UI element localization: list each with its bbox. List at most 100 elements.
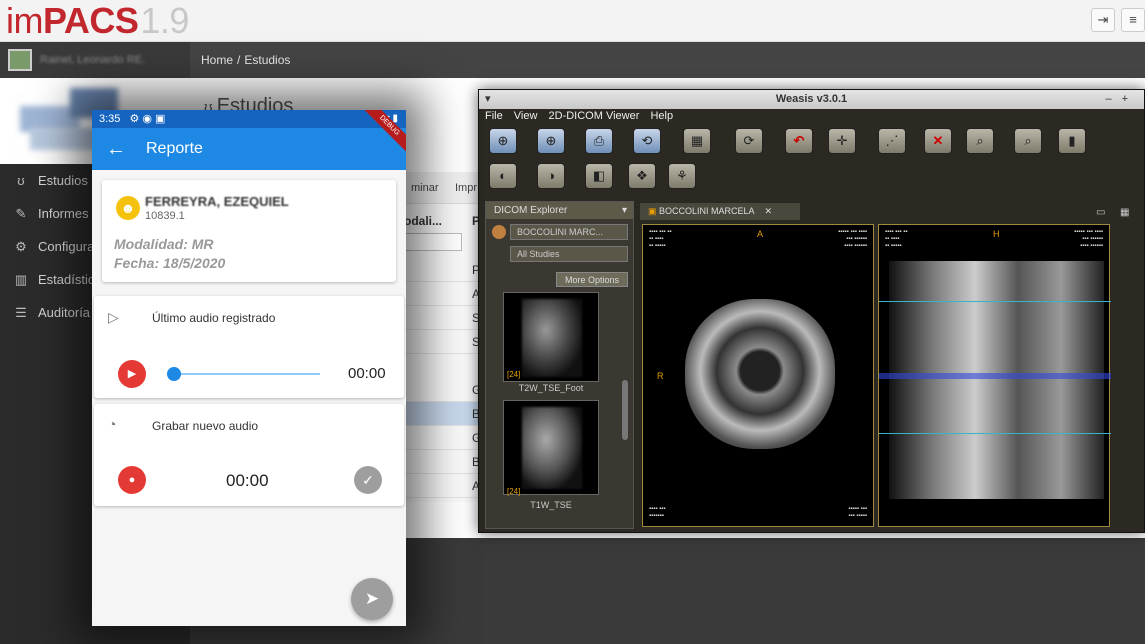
- top-bar: imPACS1.9 ⇥ ≡: [0, 0, 1145, 42]
- table-row-selected[interactable]: B: [395, 402, 490, 426]
- crosshair-icon[interactable]: ✛: [828, 128, 856, 154]
- table-row[interactable]: G: [395, 426, 490, 450]
- date-text: Fecha: 18/5/2020: [114, 255, 226, 271]
- zoom-icon[interactable]: ⌕: [966, 128, 994, 154]
- rotate-icon[interactable]: ⟲: [633, 128, 661, 154]
- magnifier-icon[interactable]: ⌕: [1014, 128, 1042, 154]
- overlay-top-right: ▪▪▪▪▪ ▪▪▪ ▪▪▪▪ ▪▪▪ ▪▪▪▪▪▪ ▪▪▪▪ ▪▪▪▪▪▪: [1074, 229, 1103, 249]
- column-header-modalidad[interactable]: odali...: [404, 214, 442, 228]
- table-row[interactable]: B: [395, 450, 490, 474]
- series-thumbnail[interactable]: [503, 400, 599, 495]
- play-circle-icon: ▷: [108, 309, 119, 325]
- delete-annotation-icon[interactable]: ✕: [924, 128, 952, 154]
- record-time: 00:00: [226, 471, 269, 490]
- audio-slider-thumb[interactable]: [167, 367, 181, 381]
- dicom-explorer-tab[interactable]: DICOM Explorer ▾: [486, 202, 633, 219]
- patient-name: FERREYRA, EZEQUIEL: [145, 194, 289, 209]
- series-thumbnail[interactable]: [503, 292, 599, 382]
- scrollbar-thumb[interactable]: [622, 380, 628, 440]
- orientation-label: H: [993, 229, 1000, 239]
- menu-button[interactable]: ≡: [1121, 8, 1145, 32]
- mpr-icon[interactable]: ❖: [628, 163, 656, 189]
- chevron-down-icon[interactable]: ▾: [622, 202, 627, 219]
- more-options-button[interactable]: More Options: [556, 272, 628, 287]
- logout-button[interactable]: ⇥: [1091, 8, 1115, 32]
- invert-icon[interactable]: ◧: [585, 163, 613, 189]
- reference-line: [879, 301, 1111, 302]
- image-view-axial[interactable]: ▪▪▪▪ ▪▪▪ ▪▪ ▪▪ ▪▪▪▪ ▪▪ ▪▪▪▪▪ ▪▪▪▪▪ ▪▪▪ ▪▪▪…: [642, 224, 874, 527]
- patient-card: ☻ FERREYRA, EZEQUIEL 10839.1 Modalidad: …: [102, 180, 396, 282]
- record-voice-icon: ◔: [108, 416, 117, 432]
- measure-icon[interactable]: ⋰: [878, 128, 906, 154]
- patient-select[interactable]: BOCCOLINI MARC...: [510, 224, 628, 240]
- status-icons: ⚙ ◉ ▣: [129, 113, 166, 125]
- breadcrumb-home[interactable]: Home: [201, 53, 233, 67]
- record-audio-card: ◔ Grabar nuevo audio ● 00:00 ✓: [94, 404, 404, 506]
- close-icon[interactable]: ✕: [765, 206, 773, 216]
- layout-grid-icon[interactable]: ▦: [683, 128, 711, 154]
- window-level-icon[interactable]: ◐: [489, 163, 517, 189]
- viewer-tab[interactable]: ▣ BOCCOLINI MARCELA ✕: [640, 203, 800, 220]
- mri-sagittal-image: [889, 261, 1104, 499]
- table-row[interactable]: A: [395, 474, 490, 498]
- window-menu-icon[interactable]: ▾: [485, 90, 491, 109]
- brand-logo: imPACS1.9: [6, 0, 189, 41]
- last-audio-card: ▷ Último audio registrado ▶ 00:00: [94, 296, 404, 398]
- overlay-top-right: ▪▪▪▪▪ ▪▪▪ ▪▪▪▪ ▪▪▪ ▪▪▪▪▪▪ ▪▪▪▪ ▪▪▪▪▪▪: [838, 229, 867, 249]
- send-fab-button[interactable]: ➤: [351, 578, 393, 620]
- viewer-tab-icon: ▣: [648, 206, 660, 216]
- reference-line: [879, 373, 1111, 379]
- status-bar: 3:35 ⚙ ◉ ▣ ▾ ▮: [92, 110, 406, 128]
- table-row[interactable]: A: [395, 282, 490, 306]
- lut-icon[interactable]: ◑: [537, 163, 565, 189]
- mri-axial-image: [685, 299, 835, 449]
- sync-icon[interactable]: ⟳: [735, 128, 763, 154]
- play-button[interactable]: ▶: [118, 360, 146, 388]
- back-arrow-icon[interactable]: ←: [106, 138, 132, 161]
- weasis-title-bar: ▾ Weasis v3.0.1 –+: [479, 90, 1144, 109]
- last-audio-label: Último audio registrado: [152, 311, 276, 325]
- table-row[interactable]: P: [395, 258, 490, 282]
- weasis-menu-bar: File View 2D-DICOM Viewer Help: [479, 109, 1144, 124]
- record-label: Grabar nuevo audio: [152, 419, 259, 433]
- modality-text: Modalidad: MR: [114, 236, 214, 252]
- table-row[interactable]: G: [395, 378, 490, 402]
- studies-select[interactable]: All Studies: [510, 246, 628, 262]
- column-filter-input[interactable]: [400, 233, 462, 251]
- overlay-top-left: ▪▪▪▪ ▪▪▪ ▪▪ ▪▪ ▪▪▪▪ ▪▪ ▪▪▪▪▪: [649, 229, 672, 249]
- export-dicom-icon[interactable]: ⊕: [537, 128, 565, 154]
- reset-icon[interactable]: ↶: [785, 128, 813, 154]
- menu-dicom-viewer[interactable]: 2D-DICOM Viewer: [549, 110, 640, 122]
- edit-icon: ✎: [15, 205, 27, 221]
- table-row[interactable]: S: [395, 330, 490, 354]
- overlay-bottom-right: ▪▪▪▪▪ ▪▪▪ ▪▪▪ ▪▪▪▪▪: [848, 506, 867, 519]
- series-label: T1W_TSE: [530, 500, 572, 510]
- image-view-sagittal[interactable]: ▪▪▪▪ ▪▪▪ ▪▪ ▪▪ ▪▪▪▪ ▪▪ ▪▪▪▪▪ ▪▪▪▪▪ ▪▪▪ ▪▪▪…: [878, 224, 1111, 527]
- table-row[interactable]: S: [395, 306, 490, 330]
- audio-slider-track[interactable]: [174, 373, 320, 375]
- menu-file[interactable]: File: [485, 110, 503, 122]
- list-icon: ☰: [15, 304, 27, 320]
- breadcrumb: Home / Estudios: [190, 42, 1145, 78]
- menu-help[interactable]: Help: [650, 110, 673, 122]
- import-dicom-icon[interactable]: ⊕: [489, 128, 517, 154]
- tab-imprimir[interactable]: Impr: [455, 182, 477, 194]
- save-icon[interactable]: ▮: [1058, 128, 1086, 154]
- window-controls[interactable]: –+: [1105, 90, 1138, 109]
- reference-line: [879, 433, 1111, 434]
- layout-icon[interactable]: ▦: [1120, 207, 1129, 218]
- print-icon[interactable]: ⎙: [585, 128, 613, 154]
- confirm-check-button[interactable]: ✓: [354, 466, 382, 494]
- phone-screen: 3:35 ⚙ ◉ ▣ ▾ ▮ DEBUG ← Reporte ☻ FERREYR…: [92, 110, 406, 626]
- menu-view[interactable]: View: [514, 110, 538, 122]
- microphone-button[interactable]: ●: [118, 466, 146, 494]
- orientation-label: A: [757, 229, 764, 239]
- 3d-icon[interactable]: ⚘: [668, 163, 696, 189]
- tab-eliminar[interactable]: minar: [411, 182, 439, 194]
- overlay-bottom-left: ▪▪▪▪ ▪▪▪ ▪▪▪▪▪▪▪: [649, 506, 666, 519]
- gear-icon: ⚙: [15, 238, 27, 254]
- avatar: [8, 49, 32, 71]
- player-time: 00:00: [348, 365, 386, 382]
- overlay-top-left: ▪▪▪▪ ▪▪▪ ▪▪ ▪▪ ▪▪▪▪ ▪▪ ▪▪▪▪▪: [885, 229, 908, 249]
- window-icon[interactable]: ▭: [1096, 207, 1105, 218]
